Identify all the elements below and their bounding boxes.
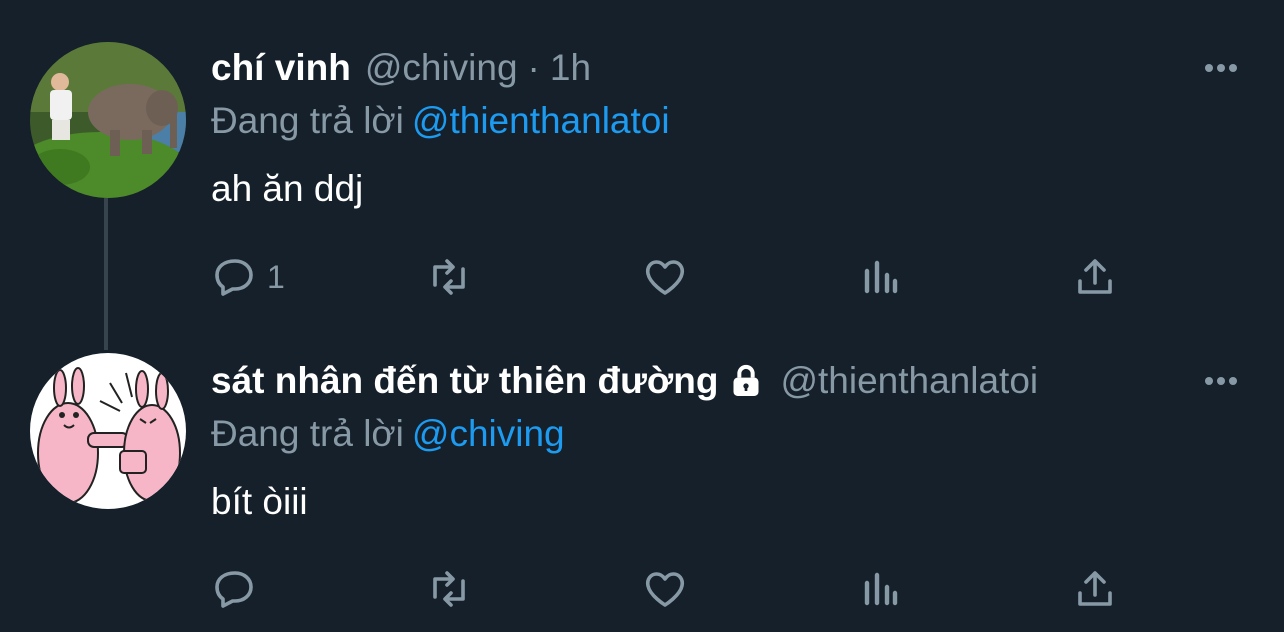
tweet-actions <box>211 564 1131 614</box>
bunny-cartoon-avatar-icon <box>30 353 186 509</box>
replying-to: Đang trả lời @thienthanlatoi <box>211 98 1244 144</box>
mention-link[interactable]: @chiving <box>412 413 565 454</box>
tweet-text: bít òiii <box>211 481 308 522</box>
share-icon <box>1078 571 1112 606</box>
reply-button[interactable] <box>211 564 267 614</box>
replying-to-label: Đang trả lời <box>211 413 404 454</box>
share-button[interactable] <box>1071 252 1119 302</box>
like-icon <box>645 260 685 295</box>
analytics-button[interactable] <box>857 252 905 302</box>
thread-connector-line <box>104 198 108 350</box>
share-button[interactable] <box>1071 564 1119 614</box>
avatar[interactable] <box>30 42 186 198</box>
user-handle[interactable]: @thienthanlatoi <box>780 360 1038 402</box>
reply-icon <box>215 259 253 296</box>
retweet-icon <box>433 571 465 607</box>
share-icon <box>1078 259 1112 294</box>
like-icon <box>645 572 685 607</box>
reply-count: 1 <box>267 258 285 295</box>
tweet-actions: 1 <box>211 252 1131 302</box>
tweet-thread: chí vinh @chiving · 1h Đang trả lời @thie… <box>0 0 1284 632</box>
like-button[interactable] <box>641 252 689 302</box>
reply-button[interactable]: 1 <box>211 252 285 302</box>
tweet-header: sát nhân đến từ thiên đường @thienthanla… <box>211 357 1244 405</box>
timestamp[interactable]: 1h <box>550 47 591 89</box>
user-handle[interactable]: @chiving <box>365 47 518 89</box>
retweet-button[interactable] <box>425 564 473 614</box>
reply-icon <box>215 571 253 608</box>
mention-link[interactable]: @thienthanlatoi <box>412 100 670 141</box>
replying-to: Đang trả lời @chiving <box>211 411 1244 457</box>
retweet-icon <box>433 259 465 295</box>
elephant-photo-avatar-icon <box>30 42 186 198</box>
avatar[interactable] <box>30 353 186 509</box>
tweet[interactable]: sát nhân đến từ thiên đường @thienthanla… <box>211 357 1244 525</box>
display-name[interactable]: sát nhân đến từ thiên đường <box>211 360 718 402</box>
lock-icon <box>733 364 759 396</box>
like-button[interactable] <box>641 564 689 614</box>
retweet-button[interactable] <box>425 252 473 302</box>
tweet[interactable]: chí vinh @chiving · 1h Đang trả lời @thie… <box>211 44 1244 212</box>
tweet-header: chí vinh @chiving · 1h <box>211 44 1244 92</box>
analytics-icon <box>864 572 898 606</box>
analytics-button[interactable] <box>857 564 905 614</box>
more-options-icon[interactable] <box>1198 48 1244 88</box>
replying-to-label: Đang trả lời <box>211 100 404 141</box>
display-name[interactable]: chí vinh <box>211 47 351 89</box>
more-options-icon[interactable] <box>1198 361 1244 401</box>
tweet-text: ah ăn ddj <box>211 168 364 209</box>
analytics-icon <box>864 260 898 294</box>
separator-dot: · <box>527 47 540 88</box>
